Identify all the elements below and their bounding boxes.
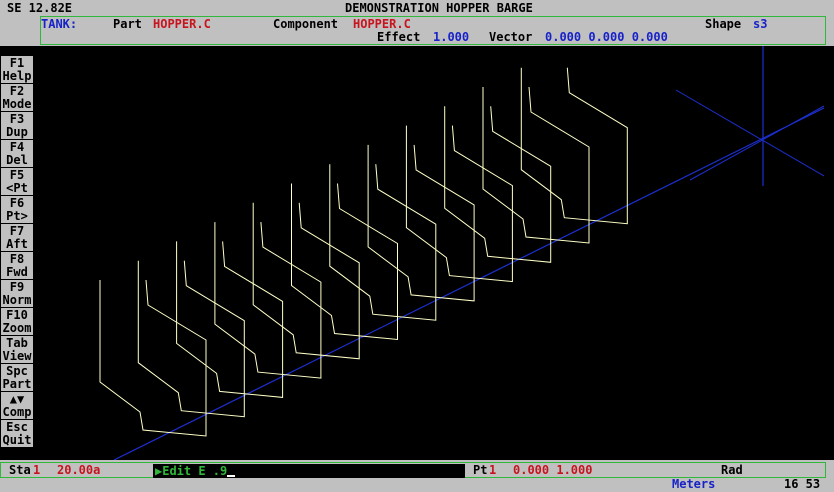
axis-marker-icon xyxy=(675,46,824,186)
header-frame: TANK: Part HOPPER.C Component HOPPER.C S… xyxy=(40,16,826,45)
point-coords[interactable]: 0.000 1.000 xyxy=(513,464,592,476)
fkey-key: ▲▼ xyxy=(9,392,25,406)
fkey-label: Pt> xyxy=(6,209,28,223)
hull-section xyxy=(291,183,398,341)
hull-section xyxy=(444,106,552,263)
fkey-key: F3 xyxy=(9,112,25,126)
fkey-key: F5 xyxy=(9,168,25,182)
hull-section xyxy=(176,241,284,398)
sta-index: 1 xyxy=(33,463,41,477)
hull-section xyxy=(252,202,360,360)
f7-aft-button[interactable]: F7 Aft xyxy=(1,224,33,251)
fkey-key: F1 xyxy=(9,56,25,70)
pt-index: 1 xyxy=(489,463,497,477)
f4-del-button[interactable]: F4 Del xyxy=(1,140,33,167)
status-bar: Sta 1 20.00a ▶Edit E .9 Pt 1 0.000 1.000… xyxy=(0,460,834,492)
hull-section xyxy=(520,67,628,225)
component-value[interactable]: HOPPER.C xyxy=(353,18,411,30)
units-label: Meters xyxy=(672,477,716,491)
angle-unit: Rad xyxy=(721,463,743,477)
counter: 16 53 xyxy=(784,477,821,491)
tab-view-button[interactable]: Tab View xyxy=(1,336,33,363)
hull-section xyxy=(214,222,322,379)
f8-fwd-button[interactable]: F8 Fwd xyxy=(1,252,33,279)
part-value[interactable]: HOPPER.C xyxy=(153,18,211,30)
hull-section xyxy=(405,125,513,283)
shape-label: Shape xyxy=(705,17,742,31)
header-panel: TANK: Part HOPPER.C Component HOPPER.C S… xyxy=(0,16,834,46)
hull-section xyxy=(367,144,475,302)
fkey-label: Fwd xyxy=(6,265,28,279)
centerline xyxy=(113,107,824,460)
fkey-key: F4 xyxy=(9,140,25,154)
f6-next-point-button[interactable]: F6 Pt> xyxy=(1,196,33,223)
edit-command-input[interactable]: ▶Edit E .9 xyxy=(153,464,465,478)
hull-section xyxy=(482,86,590,244)
hull-sections xyxy=(99,67,628,437)
fkey-label: Part xyxy=(2,377,32,391)
fkey-label: Norm xyxy=(2,293,32,307)
f2-mode-button[interactable]: F2 Mode xyxy=(1,84,33,111)
wireframe-viewport[interactable] xyxy=(40,46,824,460)
fkey-key: F8 xyxy=(9,252,25,266)
vector-label: Vector xyxy=(489,30,533,44)
spc-part-button[interactable]: Spc Part xyxy=(1,364,33,391)
f9-norm-button[interactable]: F9 Norm xyxy=(1,280,33,307)
version-label: SE 12.82E xyxy=(7,1,73,15)
pt-label: Pt xyxy=(473,463,488,477)
edit-prompt: ▶Edit E .9 xyxy=(155,465,236,477)
sta-label: Sta xyxy=(9,463,31,477)
text-cursor xyxy=(227,475,236,477)
station-value[interactable]: 20.00a xyxy=(57,464,100,476)
fkey-key: Esc xyxy=(6,420,28,434)
f5-prev-point-button[interactable]: F5 <Pt xyxy=(1,168,33,195)
effect-value[interactable]: 1.000 xyxy=(433,31,469,43)
fkey-label: Aft xyxy=(6,237,28,251)
status-frame: Sta 1 20.00a ▶Edit E .9 Pt 1 0.000 1.000… xyxy=(0,462,826,478)
fkey-key: Spc xyxy=(6,364,28,378)
effect-label: Effect xyxy=(377,30,421,44)
fkey-key: F10 xyxy=(6,308,28,322)
title-bar: SE 12.82E DEMONSTRATION HOPPER BARGE xyxy=(0,0,834,16)
fkey-key: F7 xyxy=(9,224,25,238)
window-title: DEMONSTRATION HOPPER BARGE xyxy=(345,1,533,15)
fkey-label: View xyxy=(2,349,32,363)
fkey-label: Comp xyxy=(2,405,32,419)
fkey-label: Dup xyxy=(6,125,28,139)
shape-value[interactable]: s3 xyxy=(753,18,767,30)
f3-dup-button[interactable]: F3 Dup xyxy=(1,112,33,139)
fkey-key: F9 xyxy=(9,280,25,294)
fkey-label: <Pt xyxy=(6,181,28,195)
fkey-label: Del xyxy=(6,153,28,167)
fkey-label: Quit xyxy=(2,433,32,447)
hull-section xyxy=(99,279,207,437)
hull-wireframe xyxy=(99,46,824,460)
fkey-key: F2 xyxy=(9,84,25,98)
arrows-comp-button[interactable]: ▲▼ Comp xyxy=(1,392,33,419)
f10-zoom-button[interactable]: F10 Zoom xyxy=(1,308,33,335)
fkey-label: Zoom xyxy=(2,321,32,335)
esc-quit-button[interactable]: Esc Quit xyxy=(1,420,33,447)
fkey-key: Tab xyxy=(6,336,28,350)
vector-value[interactable]: 0.000 0.000 0.000 xyxy=(545,31,668,43)
fkey-key: F6 xyxy=(9,196,25,210)
part-label: Part xyxy=(113,17,142,31)
f1-help-button[interactable]: F1 Help xyxy=(1,56,33,83)
fkey-label: Help xyxy=(2,69,32,83)
fkey-label: Mode xyxy=(2,97,32,111)
hull-section xyxy=(329,164,437,321)
tank-label: TANK: xyxy=(41,17,78,31)
hull-section xyxy=(137,260,245,418)
component-label: Component xyxy=(273,17,339,31)
function-key-bar: F1 Help F2 Mode F3 Dup F4 Del F5 <Pt F6 … xyxy=(0,56,34,452)
